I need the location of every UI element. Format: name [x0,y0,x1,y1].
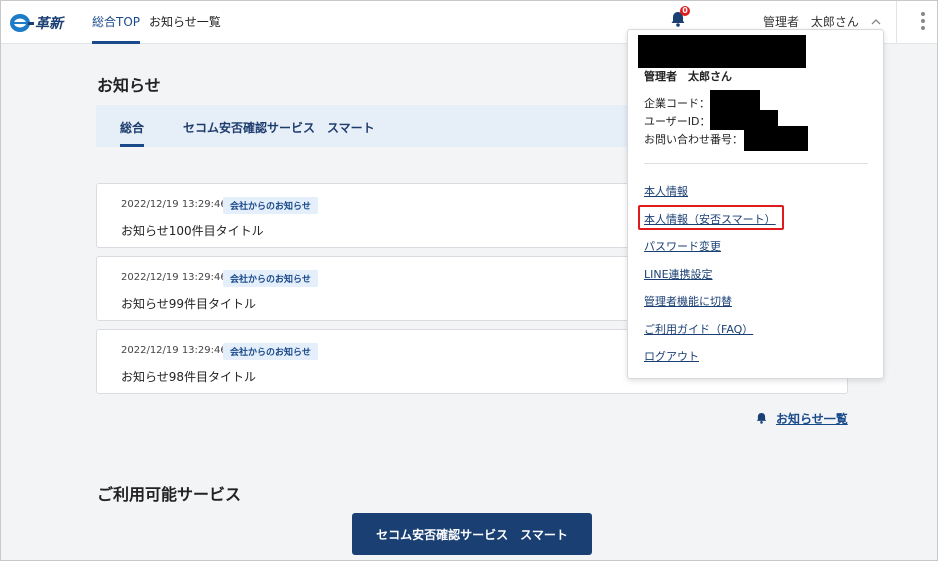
redacted-inquiry-number [744,126,808,151]
tab-secom-smart[interactable]: セコム安否確認サービス スマート [183,119,375,147]
notice-title: お知らせ99件目タイトル [121,297,257,311]
notice-category-badge: 会社からのお知らせ [223,343,318,360]
line-settings-link[interactable]: LINE連携設定 [644,266,713,282]
profile-anpi-smart-link[interactable]: 本人情報（安否スマート） [644,211,776,227]
user-role: 管理者 [763,15,800,29]
nav-notice-list[interactable]: お知らせ一覧 [149,13,221,44]
user-name: 太郎さん [810,15,859,29]
tab-general[interactable]: 総合 [120,119,145,147]
profile-link[interactable]: 本人情報 [644,183,688,199]
notice-category-badge: 会社からのお知らせ [223,197,318,214]
change-password-link[interactable]: パスワード変更 [644,238,721,254]
nav-top[interactable]: 総合TOP [92,13,141,44]
services-title: ご利用可能サービス [97,485,242,504]
header-divider [896,1,897,44]
user-guide-faq-link[interactable]: ご利用ガイド（FAQ） [644,321,753,337]
user-menu-toggle[interactable]: 管理者 太郎さん [763,13,881,30]
secom-smart-service-button[interactable]: セコム安否確認サービス スマート [352,513,592,555]
notice-title: お知らせ98件目タイトル [121,370,257,384]
notice-date: 2022/12/19 13:29:46 [121,199,227,210]
redacted-block [638,35,806,68]
notice-category-badge: 会社からのお知らせ [223,270,318,287]
e-kakushin-logo[interactable]: 革新 [9,10,75,34]
notice-list-link-label: お知らせ一覧 [776,412,848,426]
dropdown-divider [644,163,868,164]
user-id-label: ユーザーID： [644,115,711,128]
bell-icon [756,412,767,424]
company-code-label: 企業コード： [644,97,710,110]
switch-admin-link[interactable]: 管理者機能に切替 [644,293,732,309]
notification-badge: 0 [680,6,690,16]
more-vertical-icon[interactable] [916,11,930,33]
page-title: お知らせ [97,76,161,95]
notification-button[interactable]: 0 [669,6,690,30]
notice-date: 2022/12/19 13:29:46 [121,345,227,356]
inquiry-number-label: お問い合わせ番号： [644,133,743,146]
svg-text:革新: 革新 [35,15,66,32]
notice-title: お知らせ100件目タイトル [121,224,264,238]
notice-list-link[interactable]: お知らせ一覧 [755,410,848,427]
dropdown-user-name: 管理者 太郎さん [644,70,732,83]
notice-date: 2022/12/19 13:29:46 [121,272,227,283]
redacted-company-code [710,90,760,112]
user-dropdown-menu: 管理者 太郎さん 企業コード： ユーザーID： お問い合わせ番号： 本人情報 本… [627,29,884,379]
logout-link[interactable]: ログアウト [644,348,699,364]
chevron-up-icon [871,15,881,29]
